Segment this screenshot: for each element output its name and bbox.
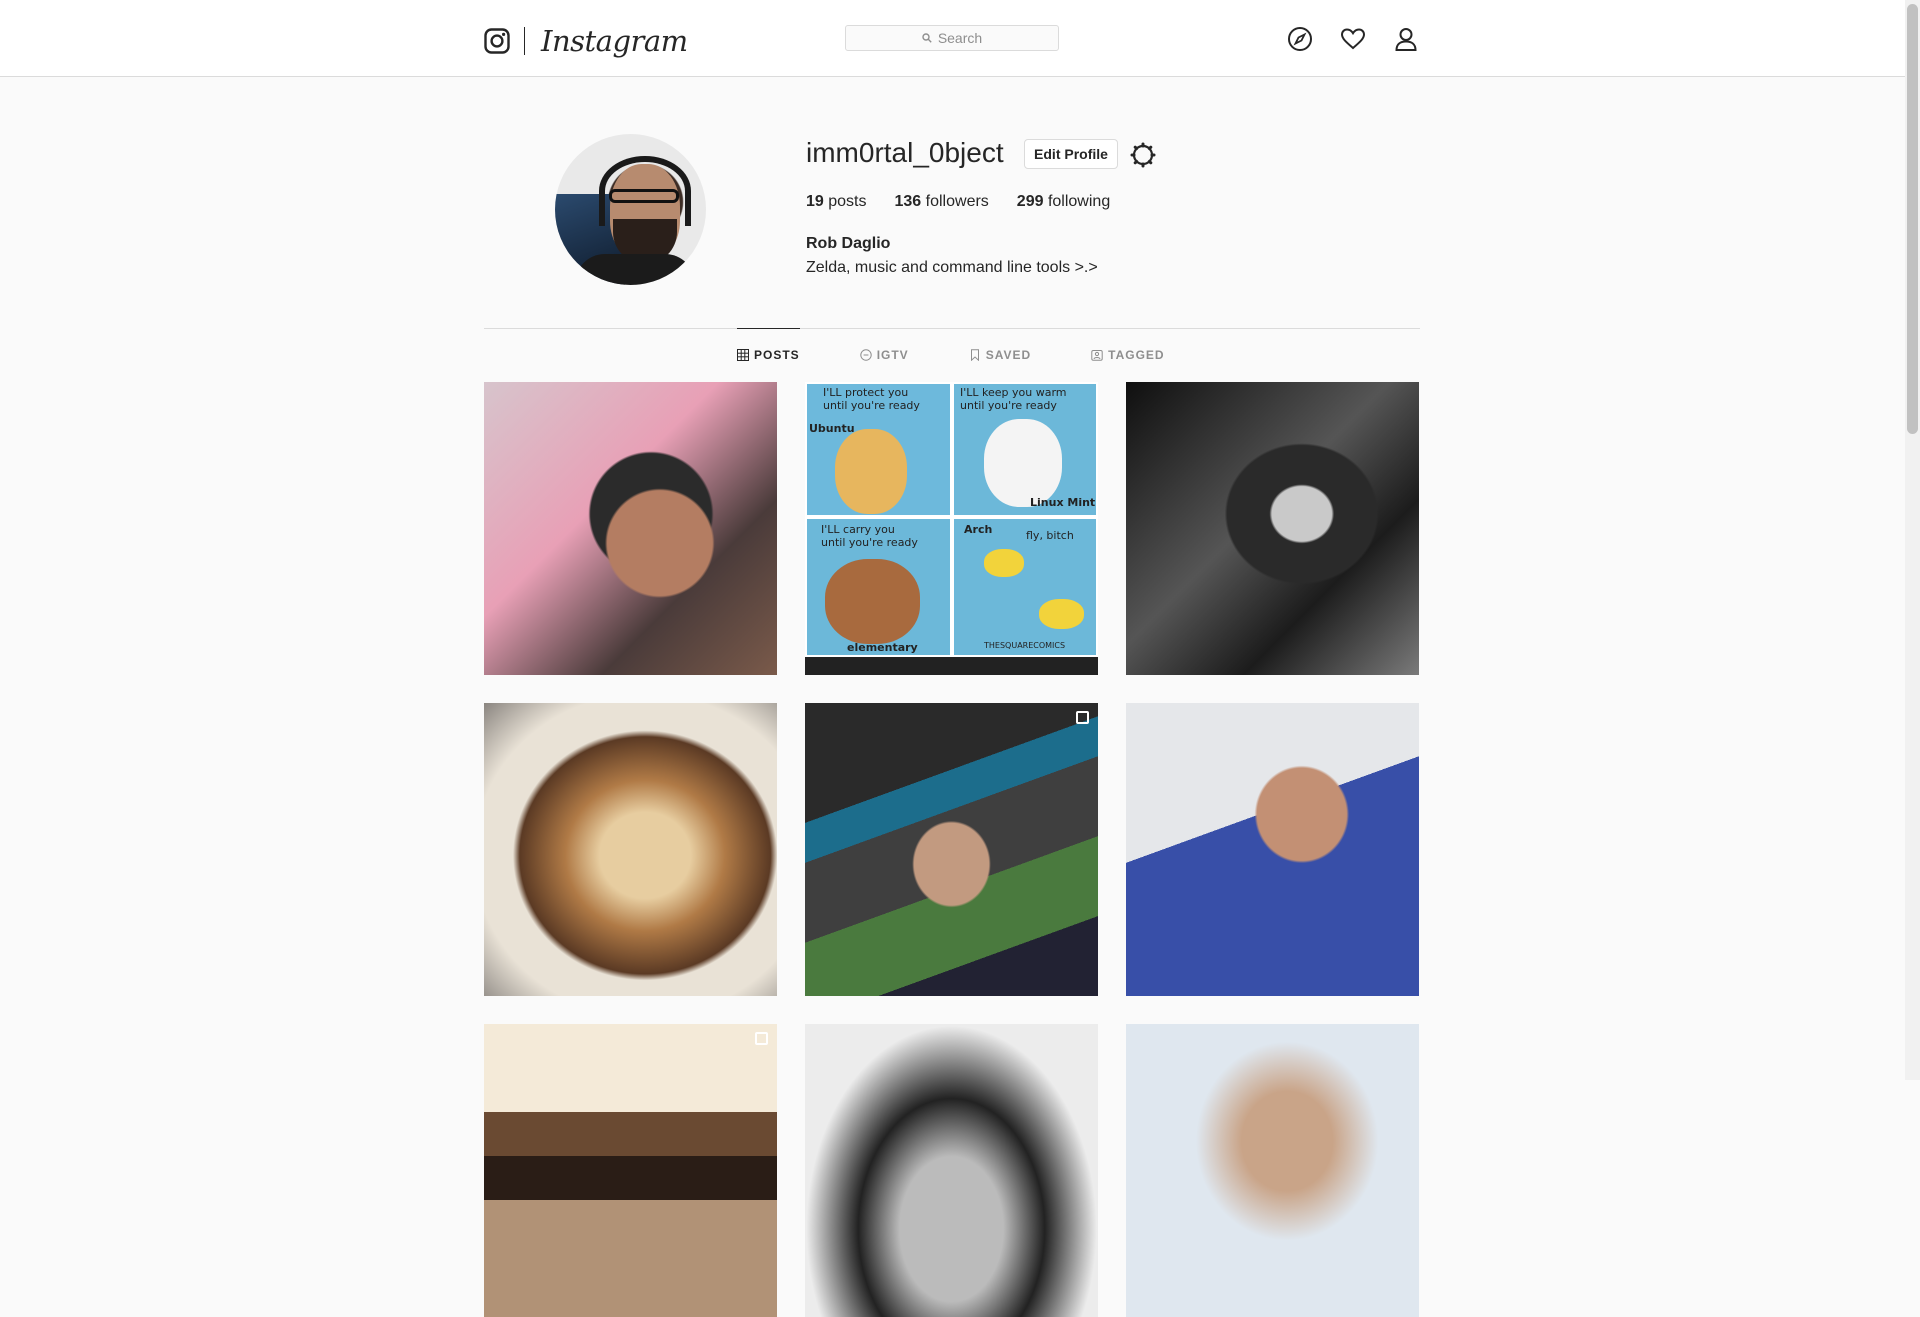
heart-icon xyxy=(1340,28,1366,50)
gear-icon[interactable] xyxy=(1130,142,1156,168)
comic-label: elementary xyxy=(847,641,918,654)
comic-caption: fly, bitch xyxy=(1026,529,1074,542)
search-placeholder: Search xyxy=(937,30,983,46)
page-scrollbar[interactable] xyxy=(1905,0,1920,1080)
nav-icons xyxy=(1286,25,1420,53)
profile-full-name: Rob Daglio xyxy=(806,235,891,252)
comic-label: Ubuntu xyxy=(809,422,855,435)
grid-icon xyxy=(737,348,749,361)
tab-igtv-label: IGTV xyxy=(876,347,909,362)
comic-credit: THESQUARECOMICS xyxy=(984,641,1066,650)
carousel-icon xyxy=(1076,711,1089,724)
comic-bird xyxy=(984,549,1024,577)
edit-profile-button[interactable]: Edit Profile xyxy=(1024,139,1118,169)
posts-count-value: 19 xyxy=(806,193,824,210)
post-thumbnail[interactable] xyxy=(805,703,1098,996)
profile-avatar[interactable] xyxy=(555,134,706,285)
profile-stats: 19 posts 136 followers 299 following xyxy=(806,193,1110,211)
profile-tabs: POSTS IGTV SAVED TAGGED xyxy=(737,328,1165,380)
post-thumbnail[interactable] xyxy=(1126,1024,1419,1317)
comic-caption: I'LL carry you until you're ready xyxy=(821,523,918,549)
followers-link[interactable]: 136 followers xyxy=(895,193,989,211)
post-thumbnail[interactable] xyxy=(484,382,777,675)
comic-panel: I'LL keep you warm until you're ready Li… xyxy=(952,382,1098,517)
comic-sloth xyxy=(825,559,920,644)
comic-panel: I'LL carry you until you're ready elemen… xyxy=(805,517,952,657)
comic-bird xyxy=(1039,599,1084,629)
followers-label: followers xyxy=(925,193,989,210)
comic-caption: I'LL protect you until you're ready xyxy=(823,386,920,412)
post-thumbnail[interactable] xyxy=(1126,382,1419,675)
post-thumbnail[interactable] xyxy=(484,703,777,996)
tab-posts[interactable]: POSTS xyxy=(737,328,800,380)
comic-bear xyxy=(835,429,907,514)
avatar-headphones xyxy=(599,156,691,226)
tab-tagged-label: TAGGED xyxy=(1108,347,1165,362)
scrollbar-thumb[interactable] xyxy=(1907,4,1918,434)
bookmark-icon xyxy=(970,348,979,361)
comic-panel: I'LL protect you until you're ready Ubun… xyxy=(805,382,952,517)
tab-posts-label: POSTS xyxy=(754,347,800,362)
post-thumbnail[interactable] xyxy=(484,1024,777,1317)
search-icon xyxy=(922,33,932,43)
tag-icon xyxy=(1091,349,1103,361)
following-link[interactable]: 299 following xyxy=(1017,193,1110,211)
comic-polar-bear xyxy=(984,419,1062,507)
post-thumbnail[interactable] xyxy=(1126,703,1419,996)
logo-divider xyxy=(524,27,525,55)
posts-grid: I'LL protect you until you're ready Ubun… xyxy=(484,382,1420,1317)
post-thumbnail[interactable] xyxy=(805,1024,1098,1317)
carousel-icon xyxy=(755,1032,768,1045)
following-label: following xyxy=(1047,193,1111,210)
tab-igtv[interactable]: IGTV xyxy=(859,328,909,380)
compass-icon xyxy=(1288,27,1312,51)
profile-button[interactable] xyxy=(1392,25,1420,53)
post-thumbnail-comic[interactable]: I'LL protect you until you're ready Ubun… xyxy=(805,382,1098,675)
comic-label: Arch xyxy=(964,523,993,536)
top-navigation-bar: Instagram Search xyxy=(0,0,1905,77)
followers-count-value: 136 xyxy=(894,193,922,210)
avatar-shirt xyxy=(575,254,695,285)
posts-count: 19 posts xyxy=(806,193,867,211)
tab-saved[interactable]: SAVED xyxy=(969,328,1031,380)
tab-tagged[interactable]: TAGGED xyxy=(1091,328,1164,380)
instagram-wordmark[interactable]: Instagram xyxy=(541,24,688,58)
instagram-logo[interactable]: Instagram xyxy=(484,24,688,58)
comic-footer-strip xyxy=(805,657,1098,675)
profile-username: imm0rtal_0bject xyxy=(806,137,1004,168)
comic-panel: Arch fly, bitch THESQUARECOMICS xyxy=(952,517,1098,657)
search-input[interactable]: Search xyxy=(845,25,1059,51)
user-icon xyxy=(1395,28,1417,51)
posts-count-label: posts xyxy=(828,193,867,210)
profile-bio: Zelda, music and command line tools >.> xyxy=(806,259,1098,276)
explore-button[interactable] xyxy=(1286,25,1314,53)
activity-button[interactable] xyxy=(1339,25,1367,53)
tab-saved-label: SAVED xyxy=(985,347,1032,362)
instagram-glyph-icon[interactable] xyxy=(484,28,510,54)
comic-caption: I'LL keep you warm until you're ready xyxy=(960,386,1067,412)
tv-icon xyxy=(859,348,872,361)
following-count-value: 299 xyxy=(1016,193,1044,210)
comic-label: Linux Mint xyxy=(1030,496,1096,509)
